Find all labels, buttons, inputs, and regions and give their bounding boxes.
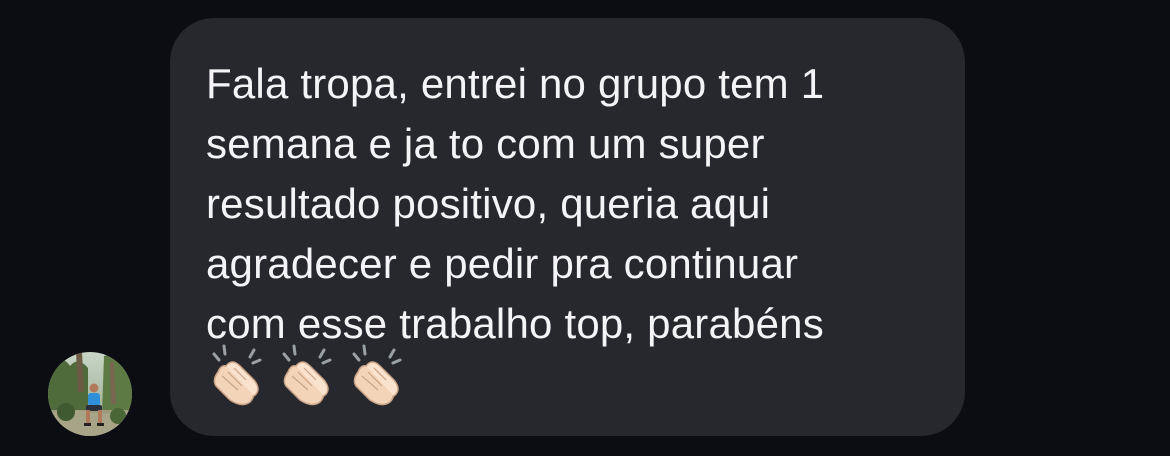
clapping-hands-icon (352, 344, 402, 406)
profile-photo-icon (48, 352, 132, 436)
clapping-hands-icon (212, 344, 262, 406)
clapping-hands-icon (282, 344, 332, 406)
chat-conversation: Fala tropa, entrei no grupo tem 1 semana… (0, 0, 1170, 456)
message-bubble[interactable]: Fala tropa, entrei no grupo tem 1 semana… (170, 18, 965, 436)
sender-avatar[interactable] (48, 352, 132, 436)
emoji-row (208, 344, 404, 408)
message-text: Fala tropa, entrei no grupo tem 1 semana… (206, 60, 825, 347)
